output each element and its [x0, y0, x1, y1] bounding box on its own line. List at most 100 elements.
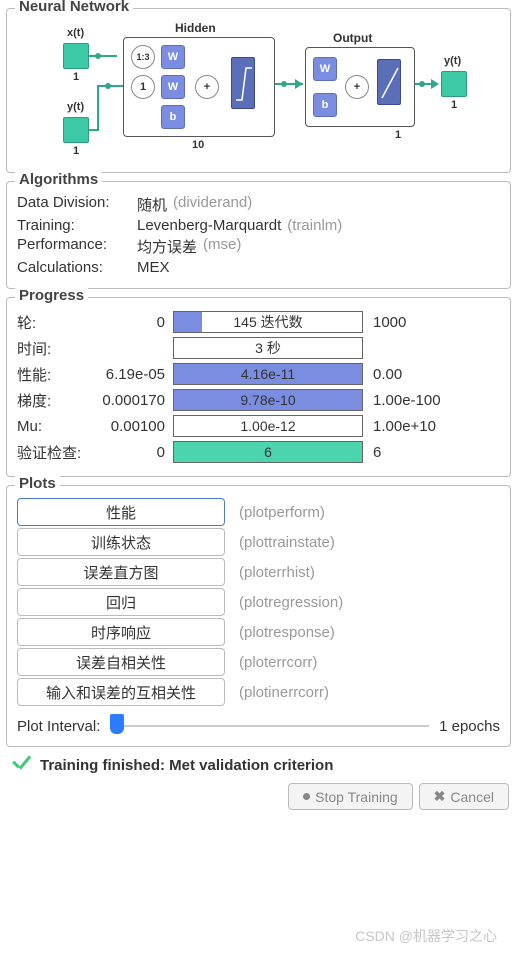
hidden-count: 10 — [192, 139, 204, 151]
plot-row: 误差自相关性 (ploterrcorr) — [17, 648, 500, 676]
progress-name: Mu: — [17, 418, 93, 435]
progress-row: 性能:6.19e-054.16e-110.00 — [17, 362, 500, 386]
progress-bar: 145 迭代数 — [173, 311, 363, 333]
wire — [97, 85, 99, 131]
progress-row: 时间: 3 秒 — [17, 336, 500, 360]
plot-row: 性能 (plotperform) — [17, 498, 500, 526]
progress-row: 验证检查:066 — [17, 440, 500, 464]
algo-label: Calculations: — [17, 259, 137, 276]
plot-function-name: (plotinerrcorr) — [239, 684, 329, 701]
weight-w2: W — [161, 75, 185, 99]
progress-name: 验证检查: — [17, 442, 93, 463]
input-xt-block — [63, 43, 89, 69]
activation-hidden — [231, 57, 255, 109]
progress-max: 1.00e+10 — [373, 418, 436, 435]
progress-max: 1.00e-100 — [373, 392, 441, 409]
progress-bar-text: 145 迭代数 — [174, 312, 362, 332]
cancel-label: Cancel — [450, 789, 494, 805]
algo-value: 均方误差 — [137, 236, 197, 257]
plot-button[interactable]: 输入和误差的互相关性 — [17, 678, 225, 706]
algo-tag: (trainlm) — [287, 217, 342, 234]
input-yt-block — [63, 117, 89, 143]
bias-b-hidden: b — [161, 105, 185, 129]
stop-training-button[interactable]: Stop Training — [288, 783, 413, 810]
progress-bar: 1.00e-12 — [173, 415, 363, 437]
progress-row: Mu:0.001001.00e-12 1.00e+10 — [17, 414, 500, 438]
wire-dot — [419, 81, 425, 87]
progress-min: 0.00100 — [93, 418, 173, 435]
neural-network-section: Neural Network x(t) 1 y(t) 1 Hidden 1:3 … — [6, 8, 511, 173]
progress-bar: 6 — [173, 441, 363, 463]
plot-row: 输入和误差的互相关性 (plotinerrcorr) — [17, 678, 500, 706]
progress-min: 0 — [93, 314, 173, 331]
plot-button[interactable]: 训练状态 — [17, 528, 225, 556]
cancel-button[interactable]: ✖ Cancel — [419, 783, 509, 810]
progress-min: 0 — [93, 444, 173, 461]
plot-button[interactable]: 性能 — [17, 498, 225, 526]
input-yt-label: y(t) — [67, 101, 84, 113]
wire — [89, 129, 97, 131]
status-row: Training finished: Met validation criter… — [12, 755, 509, 775]
algorithms-section: Algorithms Data Division: 随机 (dividerand… — [6, 181, 511, 289]
algo-label: Performance: — [17, 236, 137, 257]
status-text: Training finished: Met validation criter… — [40, 757, 333, 774]
algo-row-calculations: Calculations: MEX — [17, 259, 500, 276]
algo-value: Levenberg-Marquardt — [137, 217, 281, 234]
progress-name: 时间: — [17, 338, 93, 359]
stop-training-label: Stop Training — [315, 789, 398, 805]
sum-output: + — [345, 75, 369, 99]
algo-tag: (dividerand) — [173, 194, 252, 215]
plot-function-name: (plotperform) — [239, 504, 325, 521]
progress-bar-text: 9.78e-10 — [174, 390, 362, 410]
plot-button[interactable]: 误差自相关性 — [17, 648, 225, 676]
progress-bar-text: 4.16e-11 — [174, 364, 362, 384]
plot-row: 时序响应 (plotresponse) — [17, 618, 500, 646]
plot-row: 回归 (plotregression) — [17, 588, 500, 616]
hidden-label: Hidden — [175, 21, 216, 35]
plot-interval-slider[interactable] — [110, 716, 429, 736]
algo-row-performance: Performance: 均方误差 (mse) — [17, 236, 500, 257]
input-yt-num: 1 — [73, 145, 79, 157]
plot-interval-value: 1 epochs — [439, 718, 500, 735]
plots-section: Plots 性能(plotperform)训练状态(plottrainstate… — [6, 485, 511, 747]
progress-row: 梯度:0.0001709.78e-10 1.00e-100 — [17, 388, 500, 412]
output-count: 1 — [395, 129, 401, 141]
plot-function-name: (plottrainstate) — [239, 534, 335, 551]
plot-interval-row: Plot Interval: 1 epochs — [17, 716, 500, 736]
progress-max: 0.00 — [373, 366, 402, 383]
progress-max: 1000 — [373, 314, 406, 331]
plot-row: 误差直方图(ploterrhist) — [17, 558, 500, 586]
section-title: Progress — [15, 287, 88, 304]
watermark-text: CSDN @机器学习之心 — [355, 926, 497, 946]
weight-w-out: W — [313, 57, 337, 81]
sum-hidden: + — [195, 75, 219, 99]
progress-row: 轮:0145 迭代数1000 — [17, 310, 500, 334]
check-icon — [12, 755, 32, 775]
progress-bar: 9.78e-10 — [173, 389, 363, 411]
wire-dot — [281, 81, 287, 87]
algo-value: 随机 — [137, 194, 167, 215]
record-icon — [303, 793, 310, 800]
wire-dot — [105, 83, 111, 89]
delay-node-2: 1 — [131, 75, 155, 99]
progress-min: 6.19e-05 — [93, 366, 173, 383]
section-title: Neural Network — [15, 0, 133, 15]
section-title: Algorithms — [15, 171, 102, 188]
progress-bar: 3 秒 — [173, 337, 363, 359]
plot-function-name: (ploterrcorr) — [239, 654, 317, 671]
output-label: Output — [333, 31, 372, 45]
plot-interval-label: Plot Interval: — [17, 718, 100, 735]
progress-name: 梯度: — [17, 390, 93, 411]
output-yt-label: y(t) — [444, 55, 461, 67]
algo-label: Data Division: — [17, 194, 137, 215]
activation-output — [377, 59, 401, 105]
plot-button[interactable]: 回归 — [17, 588, 225, 616]
plot-function-name: (plotresponse) — [239, 624, 335, 641]
progress-bar: 4.16e-11 — [173, 363, 363, 385]
plot-button[interactable]: 误差直方图 — [17, 558, 225, 586]
bottom-buttons: Stop Training ✖ Cancel — [4, 779, 513, 814]
plot-button[interactable]: 时序响应 — [17, 618, 225, 646]
progress-bar-text: 1.00e-12 — [174, 416, 362, 436]
plot-function-name: (plotregression) — [239, 594, 343, 611]
progress-min: 0.000170 — [93, 392, 173, 409]
